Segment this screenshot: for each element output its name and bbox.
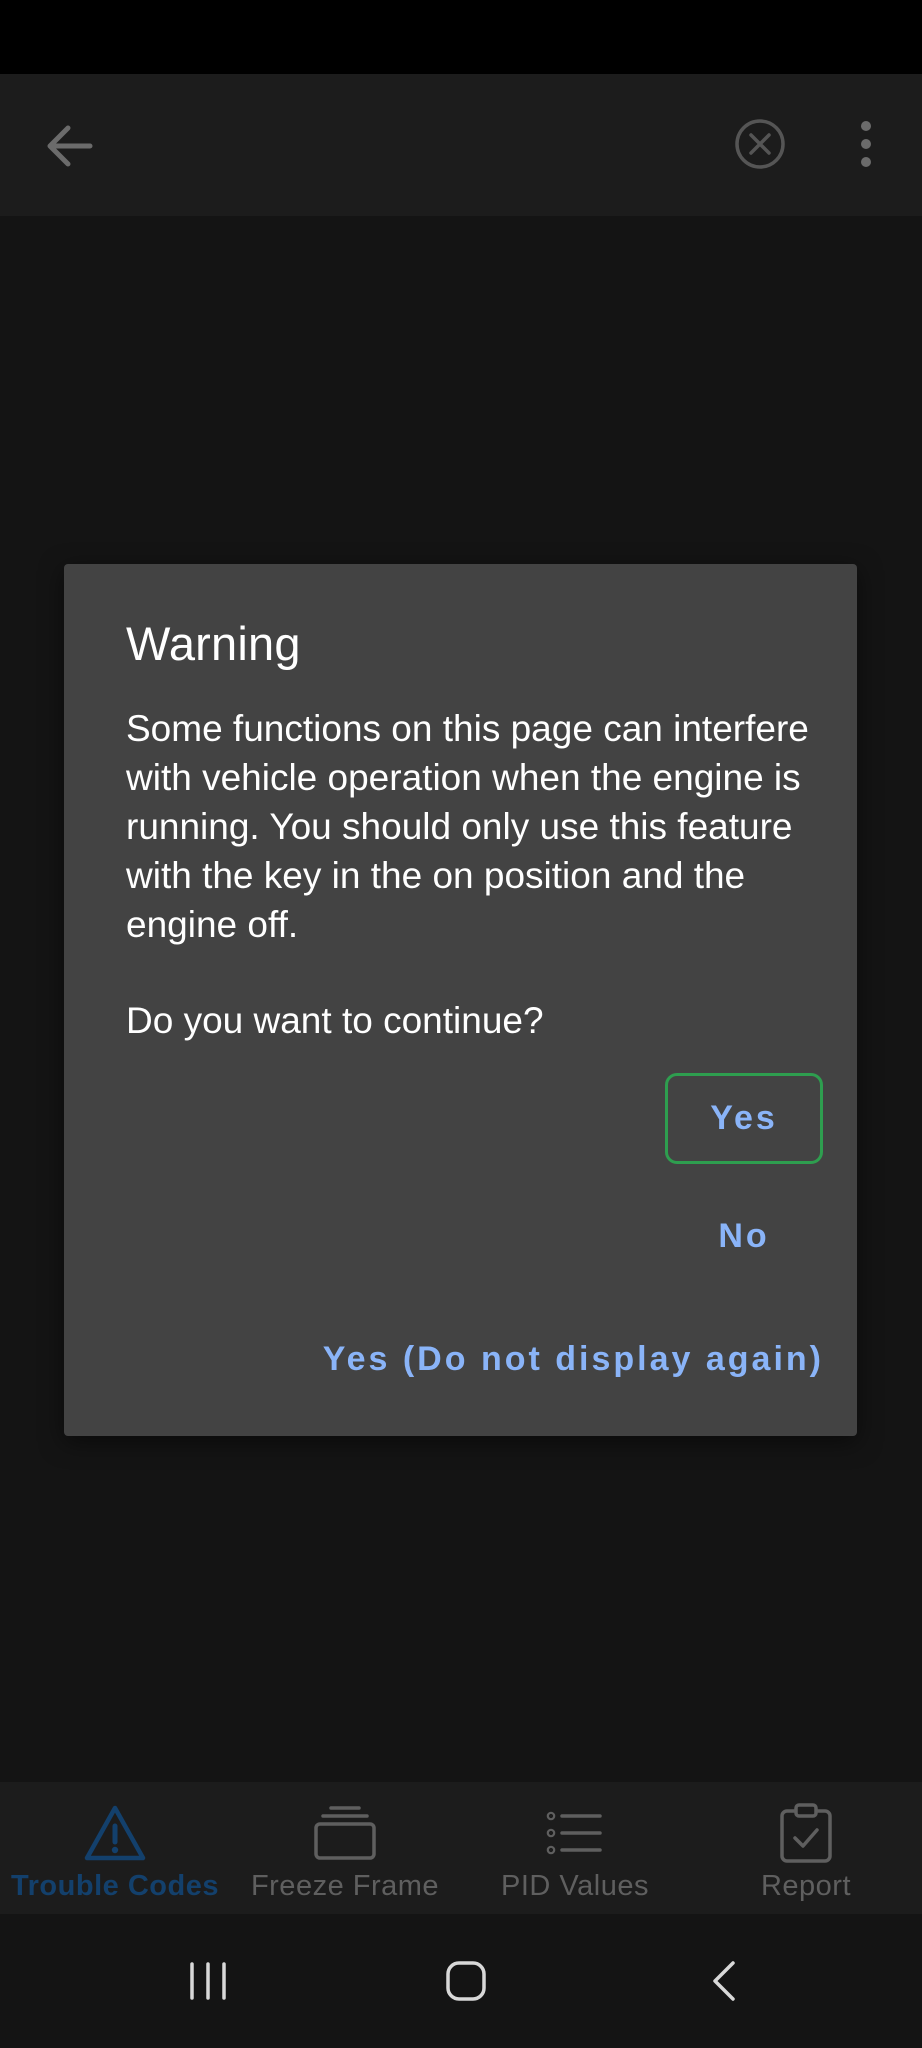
nav-item-freeze-frame[interactable]: Freeze Frame [230,1782,460,1914]
stacked-frames-icon [314,1806,376,1860]
more-options-button[interactable] [838,104,894,184]
home-button[interactable] [416,1936,516,2026]
dialog-title: Warning [126,617,301,670]
home-icon [446,1961,486,2001]
circle-x-icon [735,119,785,169]
clipboard-check-icon [780,1803,832,1863]
arrow-left-icon [47,125,93,167]
bottom-navigation: Trouble Codes Freeze Frame PID Values Re… [0,1782,922,1914]
nav-label: Trouble Codes [11,1870,219,1902]
yes-do-not-display-again-button[interactable]: Yes (Do not display again) [294,1319,824,1399]
list-icon [546,1811,602,1855]
nav-item-pid-values[interactable]: PID Values [460,1782,690,1914]
warning-triangle-icon [84,1805,146,1861]
recent-apps-button[interactable] [158,1936,258,2026]
recent-apps-icon [190,1962,226,2000]
system-navigation-bar [0,1914,922,2048]
warning-dialog: Warning Some functions on this page can … [64,564,857,1436]
yes-button[interactable]: Yes [665,1073,823,1164]
dialog-message: Some functions on this page can interfer… [126,708,809,945]
no-button[interactable]: No [684,1196,804,1276]
nav-label: Report [760,1870,852,1902]
nav-item-trouble-codes[interactable]: Trouble Codes [0,1782,230,1914]
clear-button[interactable] [720,104,800,184]
nav-label: PID Values [501,1870,649,1902]
screen: Warning Some functions on this page can … [0,0,922,2048]
status-bar [0,0,922,74]
app-bar [0,74,922,216]
nav-label: Freeze Frame [250,1870,440,1902]
back-button[interactable] [30,110,110,182]
system-back-button[interactable] [674,1936,774,2026]
dialog-question: Do you want to continue? [126,1000,544,1041]
nav-item-report[interactable]: Report [690,1782,922,1914]
back-chevron-icon [713,1961,735,2001]
vertical-dots-icon [861,121,871,167]
